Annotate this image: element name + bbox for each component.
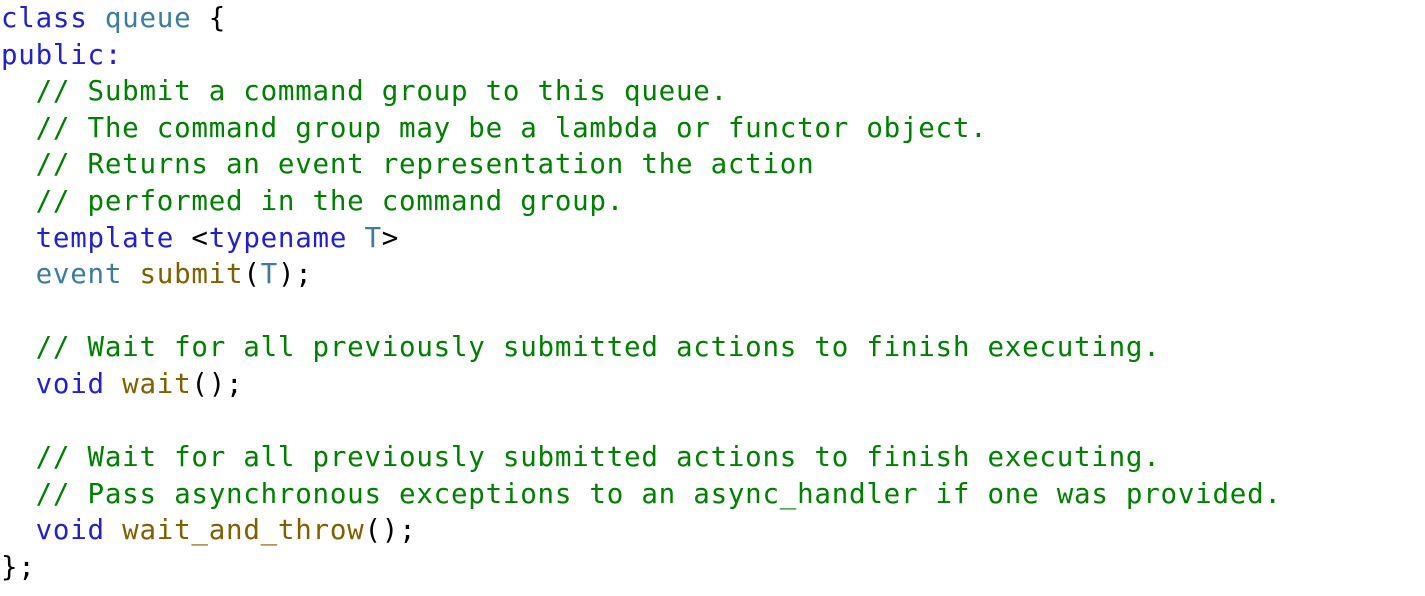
code-token-keyword: typename — [208, 221, 348, 254]
code-line: event submit(T); — [0, 256, 1282, 293]
code-token-punct: > — [381, 221, 400, 254]
code-token-punct: }; — [1, 550, 36, 583]
code-token-type: event — [35, 258, 123, 291]
code-token-comment: // Wait for all previously submitted act… — [35, 331, 1161, 364]
code-line: void wait(); — [0, 366, 1282, 403]
code-line: template <typename T> — [0, 220, 1282, 257]
code-line: // performed in the command group. — [0, 183, 1282, 220]
code-token-comment: // Submit a command group to this queue. — [35, 75, 728, 108]
code-token-punct: { — [208, 2, 227, 34]
code-token-function: wait — [122, 367, 192, 400]
code-line: }; — [0, 549, 1282, 586]
code-token-keyword: void — [35, 367, 105, 400]
code-token-function: wait_and_throw — [122, 514, 365, 547]
code-line: // Returns an event representation the a… — [0, 146, 1282, 183]
code-line-container: class queue {public: // Submit a command… — [0, 0, 1282, 586]
code-line: class queue { — [0, 0, 1282, 37]
code-token-punct: ( — [243, 258, 261, 291]
code-token-type: T — [260, 258, 278, 291]
code-token-punct: (); — [191, 367, 244, 400]
code-line: void wait_and_throw(); — [0, 512, 1282, 549]
code-token-comment: // Wait for all previously submitted act… — [35, 441, 1161, 474]
code-token-type: T — [364, 221, 382, 254]
code-token-keyword: template — [35, 221, 175, 254]
code-token-punct: ); — [277, 258, 313, 291]
code-line: public: — [0, 37, 1282, 74]
code-token-keyword: class — [1, 2, 88, 34]
code-token-comment: // Returns an event representation the a… — [35, 148, 815, 181]
code-line: // Pass asynchronous exceptions to an as… — [0, 476, 1282, 513]
code-line: // The command group may be a lambda or … — [0, 110, 1282, 147]
code-line: // Wait for all previously submitted act… — [0, 329, 1282, 366]
code-token-comment: // The command group may be a lambda or … — [35, 111, 988, 144]
code-token-comment: // performed in the command group. — [35, 184, 625, 217]
code-token-keyword: : — [104, 38, 123, 71]
code-token-comment: // Pass asynchronous exceptions to an as… — [35, 477, 1282, 510]
code-token-type: queue — [104, 2, 192, 34]
code-token-keyword: public — [1, 38, 105, 71]
code-token-punct: (); — [364, 514, 417, 547]
code-line: // Submit a command group to this queue. — [0, 73, 1282, 110]
code-token-function: submit — [139, 258, 244, 291]
code-line: // Wait for all previously submitted act… — [0, 439, 1282, 476]
code-listing: class queue {public: // Submit a command… — [0, 0, 1425, 596]
code-token-punct: < — [191, 221, 209, 254]
code-token-keyword: void — [35, 514, 105, 547]
